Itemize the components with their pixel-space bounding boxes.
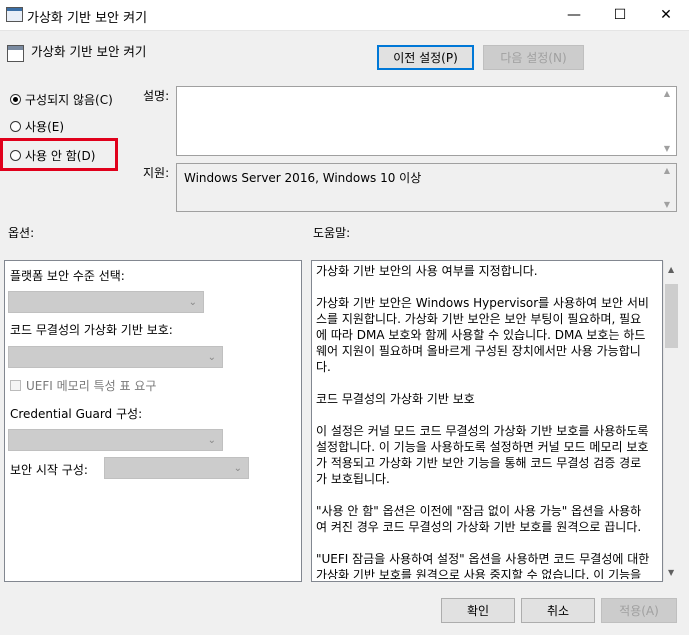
supported-box: Windows Server 2016, Windows 10 이상 ▲ ▼ [176,163,677,212]
help-paragraph: "사용 안 함" 옵션은 이전에 "잠금 없이 사용 가능" 옵션을 사용하여 … [316,504,642,534]
supported-scrollbar[interactable]: ▲ ▼ [659,166,675,209]
secure-launch-dropdown[interactable]: ⌄ [104,457,249,479]
chevron-down-icon: ⌄ [188,296,197,308]
help-text: 가상화 기반 보안의 사용 여부를 지정합니다. 가상화 기반 보안은 Wind… [316,263,652,579]
maximize-button[interactable]: ☐ [597,0,643,30]
scroll-down-icon[interactable]: ▼ [664,144,670,153]
scroll-up-icon[interactable]: ▲ [664,89,670,98]
policy-editor-icon [6,7,23,22]
close-button[interactable]: ✕ [643,0,689,30]
options-panel: 플랫폼 보안 수준 선택: ⌄ 코드 무결성의 가상화 기반 보호: ⌄ UEF… [4,260,302,582]
chevron-down-icon: ⌄ [233,462,242,474]
comment-scrollbar[interactable]: ▲ ▼ [659,89,675,153]
comment-textarea[interactable]: ▲ ▼ [176,86,677,156]
policy-setting-icon [7,45,24,62]
next-setting-button[interactable]: 다음 설정(N) [483,45,584,70]
help-paragraph: 코드 무결성의 가상화 기반 보호 [316,392,475,406]
policy-title: 가상화 기반 보안 켜기 [31,44,147,59]
window-title: 가상화 기반 보안 켜기 [27,11,148,26]
help-scroll-thumb[interactable] [665,284,678,348]
highlight-box [0,138,118,171]
supported-value: Windows Server 2016, Windows 10 이상 [184,171,422,185]
platform-security-dropdown[interactable]: ⌄ [8,291,204,313]
help-paragraph: 가상화 기반 보안의 사용 여부를 지정합니다. [316,264,538,278]
scroll-down-icon[interactable]: ▼ [668,568,674,577]
platform-security-label: 플랫폼 보안 수준 선택: [10,269,125,283]
uefi-checkbox-label: UEFI 메모리 특성 표 요구 [26,379,157,393]
help-paragraph: 이 설정은 커널 모드 코드 무결성의 가상화 기반 보호를 사용하도록 설정합… [316,424,649,486]
credential-guard-dropdown[interactable]: ⌄ [8,429,223,451]
uefi-checkbox-row[interactable]: UEFI 메모리 특성 표 요구 [10,377,156,394]
help-paragraph: "UEFI 잠금을 사용하여 설정" 옵션을 사용하면 코드 무결성에 대한 가… [316,552,650,579]
comment-label: 설명: [143,89,170,103]
uefi-checkbox[interactable] [10,380,21,391]
supported-label: 지원: [143,166,170,180]
credential-guard-label: Credential Guard 구성: [10,407,143,421]
radio-not-configured[interactable]: 구성되지 않음(C) [10,91,113,108]
apply-button[interactable]: 적용(A) [601,598,677,623]
radio-enabled[interactable]: 사용(E) [10,118,64,135]
chevron-down-icon: ⌄ [207,434,216,446]
previous-setting-button[interactable]: 이전 설정(P) [377,45,474,70]
scroll-up-icon[interactable]: ▲ [664,166,670,175]
help-paragraph: 가상화 기반 보안은 Windows Hypervisor를 사용하여 보안 서… [316,296,649,374]
scroll-down-icon[interactable]: ▼ [664,200,670,209]
radio-label: 구성되지 않음(C) [25,93,113,107]
vbs-code-integrity-label: 코드 무결성의 가상화 기반 보호: [10,323,173,337]
radio-indicator[interactable] [10,94,21,105]
options-label: 옵션: [8,226,35,240]
minimize-button[interactable]: — [551,0,597,30]
ok-button[interactable]: 확인 [441,598,515,623]
vbs-code-integrity-dropdown[interactable]: ⌄ [8,346,223,368]
radio-indicator[interactable] [10,121,21,132]
cancel-button[interactable]: 취소 [521,598,595,623]
radio-label: 사용(E) [25,120,65,134]
title-bar: 가상화 기반 보안 켜기 — ☐ ✕ [0,0,689,31]
secure-launch-label: 보안 시작 구성: [10,463,88,477]
scroll-up-icon[interactable]: ▲ [668,265,674,274]
help-label: 도움말: [313,226,351,240]
chevron-down-icon: ⌄ [207,351,216,363]
